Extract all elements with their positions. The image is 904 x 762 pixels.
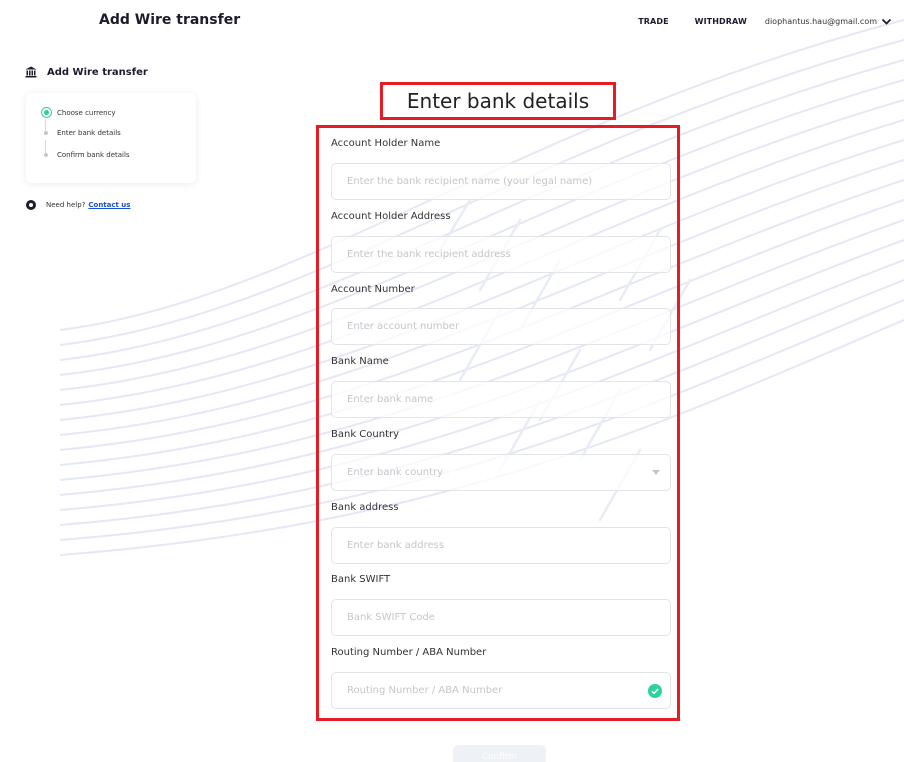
top-nav: TRADE WITHDRAW diophantus.hau@gmail.com (638, 17, 892, 26)
confirm-button[interactable]: Confirm (453, 745, 546, 762)
form-heading: Enter bank details (380, 82, 616, 120)
bank-name-label: Bank Name (331, 356, 389, 367)
routing-number-label: Routing Number / ABA Number (331, 647, 487, 658)
bank-icon (25, 66, 37, 78)
step-pending-indicator (44, 153, 48, 157)
check-circle-icon (648, 684, 662, 698)
routing-number-input[interactable]: Routing Number / ABA Number (331, 672, 671, 709)
bank-name-input[interactable]: Enter bank name (331, 381, 671, 418)
help-section: Need help? Contact us (26, 200, 130, 210)
input-placeholder: Enter bank name (347, 394, 434, 405)
help-text: Need help? (46, 201, 86, 209)
input-placeholder: Enter account number (347, 321, 460, 332)
chevron-down-icon (881, 18, 892, 25)
bank-swift-input[interactable]: Bank SWIFT Code (331, 599, 671, 636)
step-label: Confirm bank details (57, 151, 130, 159)
step-enter-bank-details: Enter bank details (40, 129, 121, 137)
page-header-title: Add Wire transfer (99, 12, 241, 28)
account-number-input[interactable]: Enter account number (331, 308, 671, 345)
sidebar-title: Add Wire transfer (47, 66, 148, 78)
account-holder-address-input[interactable]: Enter the bank recipient address (331, 236, 671, 273)
user-menu[interactable]: diophantus.hau@gmail.com (765, 17, 892, 26)
input-placeholder: Enter bank address (347, 540, 445, 551)
bank-swift-label: Bank SWIFT (331, 574, 391, 585)
account-holder-name-input[interactable]: Enter the bank recipient name (your lega… (331, 163, 671, 200)
account-holder-name-label: Account Holder Name (331, 138, 441, 149)
step-label: Enter bank details (57, 129, 121, 137)
confirm-button-label: Confirm (481, 752, 518, 762)
bank-details-form: Account Holder Name Enter the bank recip… (316, 125, 680, 721)
input-placeholder: Enter the bank recipient address (347, 249, 511, 260)
step-active-indicator (40, 107, 52, 118)
step-pending-indicator (44, 131, 48, 135)
sidebar-header: Add Wire transfer (25, 66, 148, 78)
input-placeholder: Bank SWIFT Code (347, 612, 435, 623)
bank-address-label: Bank address (331, 502, 399, 513)
bank-country-select[interactable]: Enter bank country (331, 454, 671, 491)
nav-trade-link[interactable]: TRADE (638, 17, 668, 26)
input-placeholder: Routing Number / ABA Number (347, 685, 503, 696)
account-number-label: Account Number (331, 284, 415, 295)
bank-country-label: Bank Country (331, 429, 400, 440)
step-confirm-bank-details: Confirm bank details (40, 151, 130, 159)
nav-withdraw-link[interactable]: WITHDRAW (695, 17, 747, 26)
bank-address-input[interactable]: Enter bank address (331, 527, 671, 564)
step-choose-currency: Choose currency (40, 107, 116, 118)
steps-card: Choose currency Enter bank details Confi… (26, 93, 196, 183)
input-placeholder: Enter bank country (347, 467, 444, 478)
contact-us-link[interactable]: Contact us (88, 201, 130, 209)
step-label: Choose currency (57, 108, 116, 117)
chevron-down-icon (652, 470, 660, 475)
input-placeholder: Enter the bank recipient name (your lega… (347, 176, 593, 187)
user-email: diophantus.hau@gmail.com (764, 17, 877, 26)
help-icon (26, 200, 36, 210)
account-holder-address-label: Account Holder Address (331, 211, 451, 222)
